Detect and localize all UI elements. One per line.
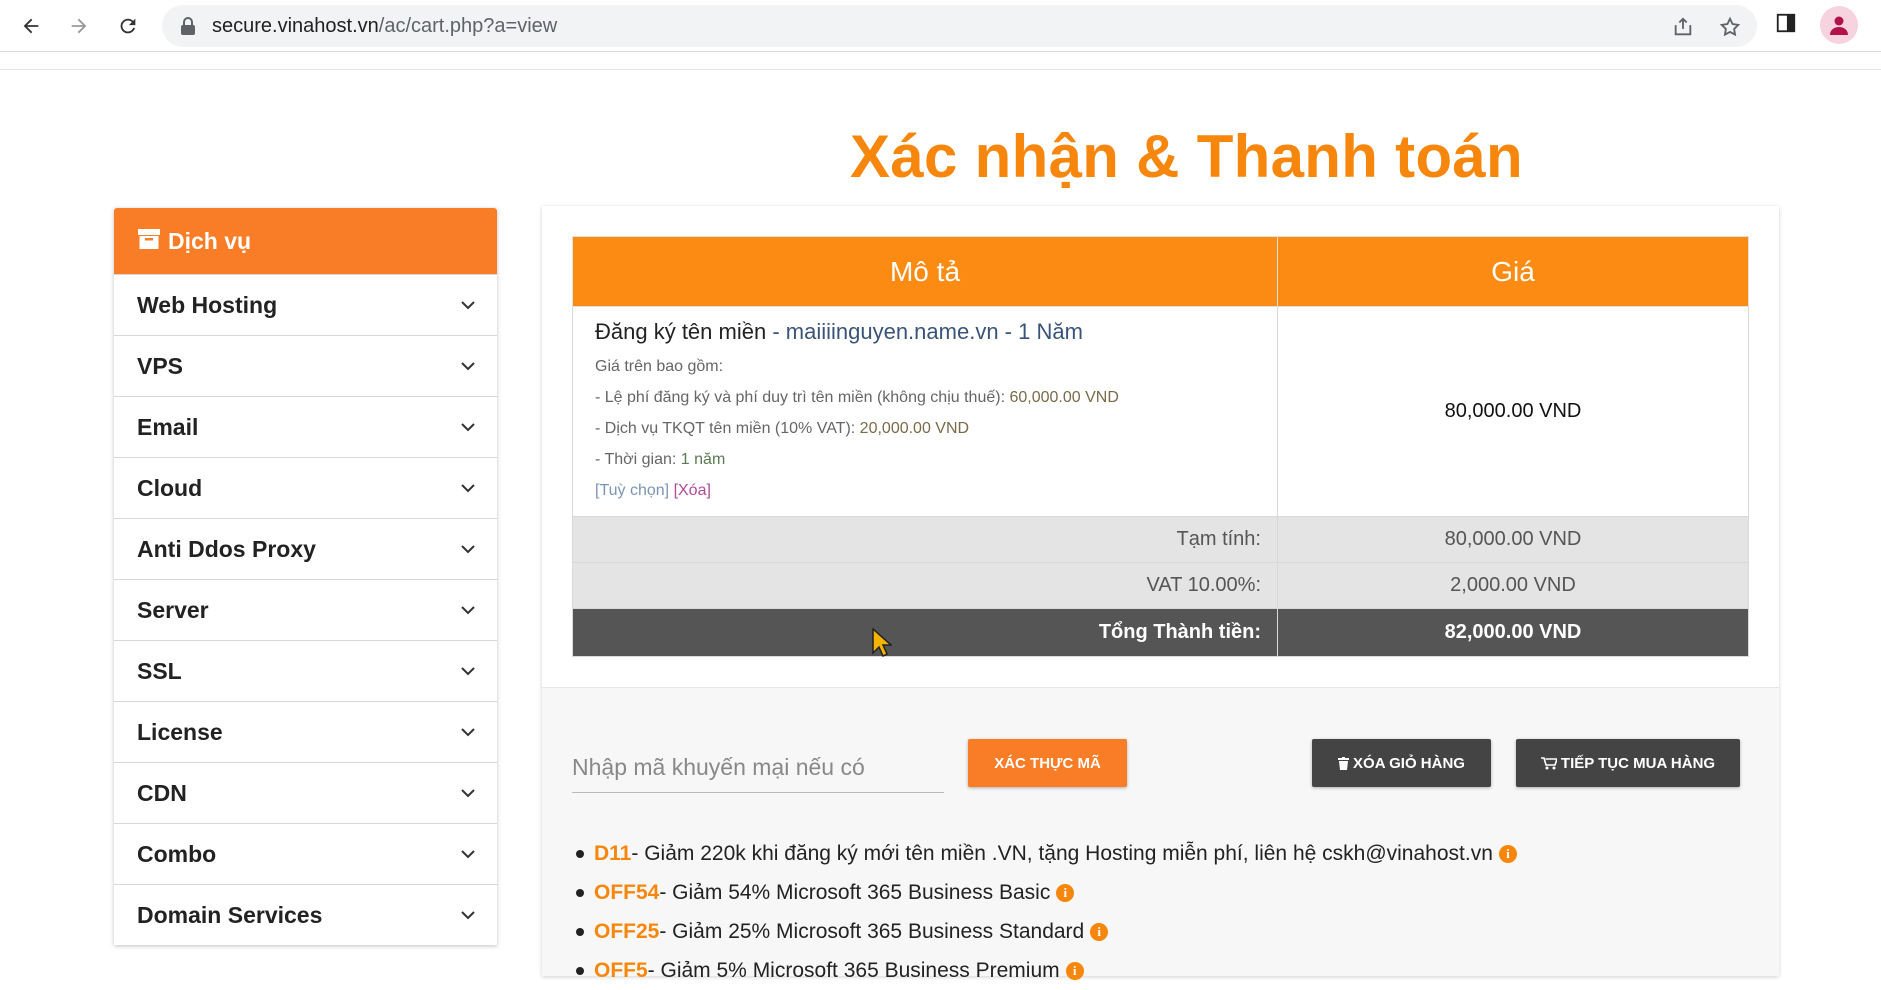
- cart-table: Mô tả Giá Đăng ký tên miền - maiiiinguye…: [572, 236, 1749, 657]
- item-title: Đăng ký tên miền - maiiiinguyen.name.vn …: [595, 319, 1083, 344]
- list-item: OFF54 - Giảm 54% Microsoft 365 Business …: [576, 873, 1517, 912]
- lock-icon: [180, 17, 196, 40]
- item-links: [Tuỳ chọn] [Xóa]: [595, 482, 1257, 500]
- sidebar-item-cloud[interactable]: Cloud: [114, 457, 497, 518]
- services-sidebar: Dịch vụ Web Hosting VPS Email Cloud Anti…: [114, 208, 497, 945]
- archive-box-icon: [138, 228, 160, 255]
- chevron-down-icon: [461, 606, 475, 615]
- chevron-down-icon: [461, 484, 475, 493]
- list-item: OFF5 - Giảm 5% Microsoft 365 Business Pr…: [576, 951, 1517, 990]
- share-icon[interactable]: [1670, 14, 1696, 40]
- sidebar-item-anti-ddos-proxy[interactable]: Anti Ddos Proxy: [114, 518, 497, 579]
- chevron-down-icon: [461, 301, 475, 310]
- item-service-line: - Dịch vụ TKQT tên miền (10% VAT): 20,00…: [595, 420, 970, 437]
- sidebar-item-label: Email: [137, 413, 199, 440]
- cart-summary: Mô tả Giá Đăng ký tên miền - maiiiinguye…: [542, 206, 1779, 688]
- bookmark-star-icon[interactable]: [1717, 14, 1743, 40]
- sidebar-item-label: Combo: [137, 840, 217, 867]
- mouse-cursor-icon: [872, 628, 892, 658]
- sidebar-item-ssl[interactable]: SSL: [114, 640, 497, 701]
- item-options-link[interactable]: [Tuỳ chọn]: [595, 482, 669, 499]
- page-title: Xác nhận & Thanh toán: [850, 123, 1524, 190]
- promo-code-list: D11 - Giảm 220k khi đăng ký mới tên miền…: [576, 834, 1517, 990]
- sidebar-item-domain-services[interactable]: Domain Services: [114, 884, 497, 945]
- vat-row: VAT 10.00%: 2,000.00 VND: [572, 562, 1749, 609]
- item-duration-line: - Thời gian: 1 năm: [595, 451, 726, 468]
- list-item: D11 - Giảm 220k khi đăng ký mới tên miền…: [576, 834, 1517, 873]
- profile-avatar-icon[interactable]: [1820, 6, 1858, 44]
- info-icon[interactable]: i: [1065, 961, 1084, 980]
- sidebar-item-server[interactable]: Server: [114, 579, 497, 640]
- promo-code-input[interactable]: [572, 743, 944, 793]
- column-header-price: Giá: [1277, 236, 1749, 307]
- vat-value: 2,000.00 VND: [1277, 562, 1749, 609]
- sidebar-item-label: Server: [137, 596, 209, 623]
- sidebar-item-label: License: [137, 718, 223, 745]
- total-value: 82,000.00 VND: [1277, 608, 1749, 657]
- continue-shopping-label: TIẾP TỤC MUA HÀNG: [1560, 754, 1716, 772]
- sidebar-item-label: SSL: [137, 657, 182, 684]
- info-icon[interactable]: i: [1056, 883, 1075, 902]
- sidebar-item-cdn[interactable]: CDN: [114, 762, 497, 823]
- sidebar-item-license[interactable]: License: [114, 701, 497, 762]
- trash-icon: [1338, 756, 1350, 770]
- chevron-down-icon: [461, 911, 475, 920]
- forward-icon[interactable]: [63, 10, 95, 42]
- address-bar[interactable]: secure.vinahost.vn/ac/cart.php?a=view: [162, 5, 1757, 47]
- list-item: OFF25 - Giảm 25% Microsoft 365 Business …: [576, 912, 1517, 951]
- back-icon[interactable]: [15, 10, 47, 42]
- item-price: 80,000.00 VND: [1277, 306, 1749, 517]
- item-fee-line: - Lệ phí đăng ký và phí duy trì tên miền…: [595, 389, 1119, 406]
- page-top-bar: [0, 53, 1881, 70]
- promo-code[interactable]: OFF5: [594, 959, 648, 983]
- subtotal-row: Tạm tính: 80,000.00 VND: [572, 516, 1749, 563]
- sidebar-item-label: CDN: [137, 779, 187, 806]
- side-panel-icon[interactable]: [1775, 12, 1797, 39]
- chevron-down-icon: [461, 667, 475, 676]
- item-domain: - maiiiinguyen.name.vn - 1 Năm: [772, 319, 1083, 344]
- info-icon[interactable]: i: [1090, 922, 1109, 941]
- sidebar-header-label: Dịch vụ: [168, 227, 252, 254]
- sidebar-item-vps[interactable]: VPS: [114, 335, 497, 396]
- url-text: secure.vinahost.vn/ac/cart.php?a=view: [212, 15, 558, 37]
- total-label: Tổng Thành tiền:: [572, 608, 1278, 657]
- sidebar-item-web-hosting[interactable]: Web Hosting: [114, 274, 497, 335]
- sidebar-item-label: Domain Services: [137, 901, 323, 928]
- sidebar-item-label: VPS: [137, 352, 184, 379]
- sidebar-item-email[interactable]: Email: [114, 396, 497, 457]
- sidebar-item-label: Anti Ddos Proxy: [137, 535, 316, 562]
- total-row: Tổng Thành tiền: 82,000.00 VND: [572, 608, 1749, 657]
- item-remove-link[interactable]: [Xóa]: [674, 482, 711, 499]
- chevron-down-icon: [461, 423, 475, 432]
- chevron-down-icon: [461, 362, 475, 371]
- item-description: Đăng ký tên miền - maiiiinguyen.name.vn …: [572, 306, 1278, 517]
- info-icon[interactable]: i: [1498, 844, 1517, 863]
- promo-code[interactable]: OFF54: [594, 881, 659, 905]
- clear-cart-button[interactable]: XÓA GIỎ HÀNG: [1312, 739, 1491, 787]
- sidebar-item-combo[interactable]: Combo: [114, 823, 497, 884]
- validate-code-button[interactable]: XÁC THỰC MÃ: [968, 739, 1127, 787]
- continue-shopping-button[interactable]: TIẾP TỤC MUA HÀNG: [1516, 739, 1740, 787]
- promo-code[interactable]: OFF25: [594, 920, 659, 944]
- clear-cart-label: XÓA GIỎ HÀNG: [1353, 754, 1465, 772]
- vat-label: VAT 10.00%:: [572, 562, 1278, 609]
- table-row: Đăng ký tên miền - maiiiinguyen.name.vn …: [572, 306, 1749, 517]
- column-header-description: Mô tả: [572, 236, 1278, 307]
- chevron-down-icon: [461, 850, 475, 859]
- chevron-down-icon: [461, 728, 475, 737]
- sidebar-header: Dịch vụ: [114, 208, 497, 274]
- reload-icon[interactable]: [112, 10, 144, 42]
- item-includes-label: Giá trên bao gồm:: [595, 358, 724, 375]
- chevron-down-icon: [461, 545, 475, 554]
- subtotal-label: Tạm tính:: [572, 516, 1278, 563]
- chevron-down-icon: [461, 789, 475, 798]
- cart-panel: Mô tả Giá Đăng ký tên miền - maiiiinguye…: [542, 206, 1779, 982]
- sidebar-item-label: Cloud: [137, 474, 203, 501]
- cart-icon: [1540, 756, 1557, 769]
- browser-toolbar: secure.vinahost.vn/ac/cart.php?a=view: [0, 0, 1881, 52]
- subtotal-value: 80,000.00 VND: [1277, 516, 1749, 563]
- sidebar-item-label: Web Hosting: [137, 291, 278, 318]
- promo-code[interactable]: D11: [594, 842, 631, 866]
